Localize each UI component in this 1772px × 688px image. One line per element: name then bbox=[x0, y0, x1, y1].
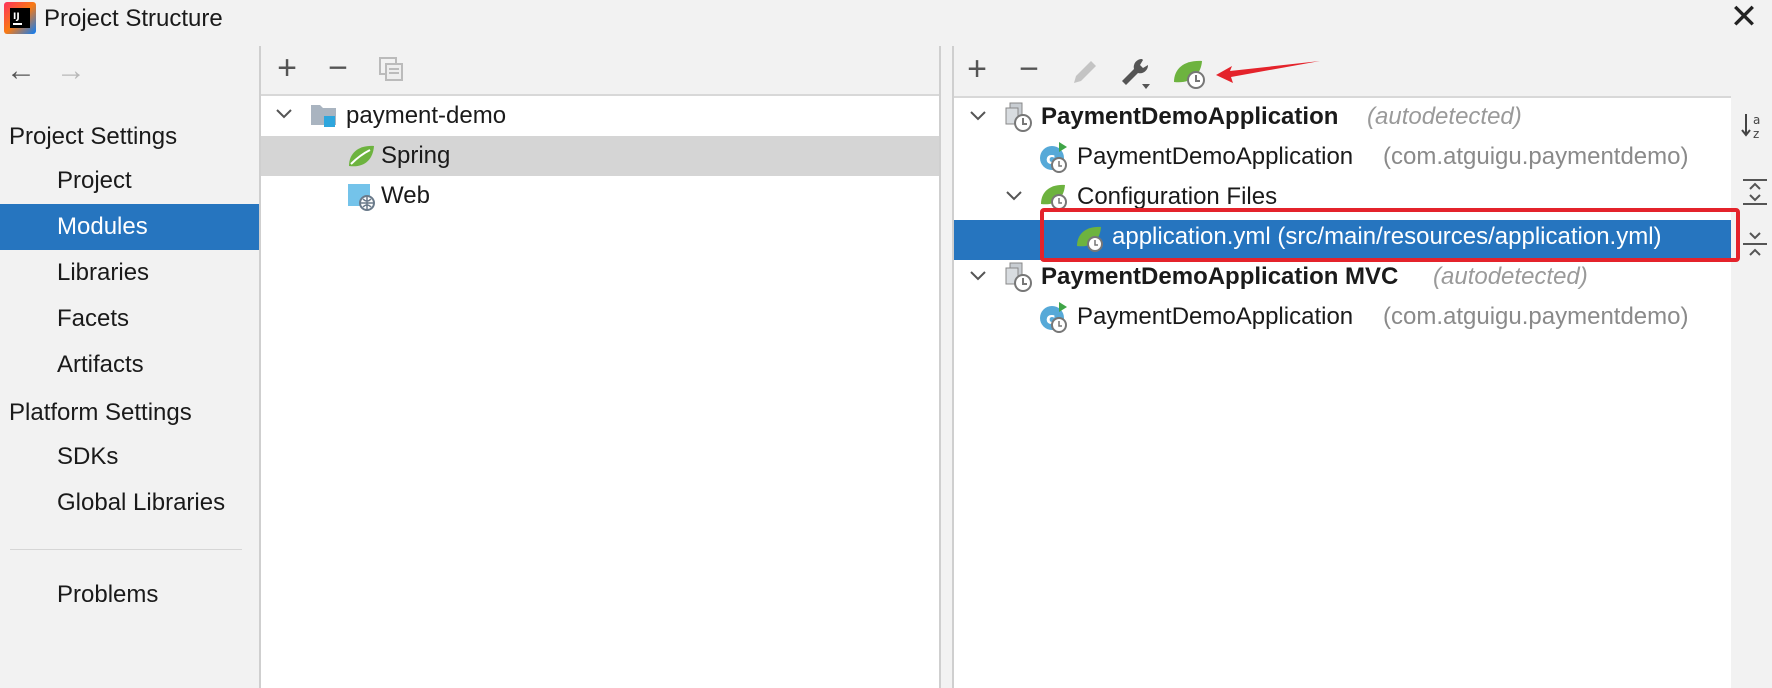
forward-arrow-icon: → bbox=[56, 54, 86, 87]
nav-item-global-libraries[interactable]: Global Libraries bbox=[0, 480, 259, 526]
nav-item-label: Modules bbox=[57, 213, 148, 240]
app-package: (com.atguigu.paymentdemo) bbox=[1383, 303, 1689, 330]
nav-item-artifacts[interactable]: Artifacts bbox=[0, 342, 259, 388]
chevron-down-icon[interactable] bbox=[1002, 186, 1026, 209]
facet-spring-label[interactable]: Spring bbox=[381, 136, 450, 176]
nav-item-label: Artifacts bbox=[57, 351, 144, 378]
app-class-name[interactable]: PaymentDemoApplication bbox=[1077, 297, 1353, 337]
web-icon bbox=[346, 182, 376, 212]
spring-context-icon bbox=[1004, 261, 1034, 293]
facet-web-label[interactable]: Web bbox=[381, 176, 430, 216]
add-icon[interactable]: + bbox=[269, 51, 305, 87]
context-name[interactable]: PaymentDemoApplication bbox=[1041, 97, 1338, 137]
nav-divider bbox=[10, 549, 242, 550]
context-name[interactable]: PaymentDemoApplication MVC bbox=[1041, 257, 1398, 297]
platform-settings-header: Platform Settings bbox=[9, 399, 192, 426]
nav-item-label: Facets bbox=[57, 305, 130, 332]
add-icon[interactable]: + bbox=[959, 52, 995, 88]
back-arrow-icon[interactable]: ← bbox=[6, 56, 36, 86]
nav-item-problems[interactable]: Problems bbox=[0, 572, 259, 618]
app-package: (com.atguigu.paymentdemo) bbox=[1383, 143, 1689, 170]
nav-item-label: Project bbox=[57, 167, 132, 194]
sort-alpha-icon[interactable]: az bbox=[1740, 110, 1770, 142]
annotation-highlight-box bbox=[1040, 208, 1740, 262]
collapse-all-icon[interactable] bbox=[1740, 228, 1770, 260]
nav-item-sdks[interactable]: SDKs bbox=[0, 434, 259, 480]
nav-item-label: SDKs bbox=[57, 443, 119, 470]
module-root-label[interactable]: payment-demo bbox=[346, 96, 506, 136]
modules-toolbar bbox=[261, 46, 939, 96]
remove-icon[interactable]: − bbox=[320, 51, 356, 87]
chevron-down-icon[interactable] bbox=[966, 106, 990, 129]
nav-item-project[interactable]: Project bbox=[0, 158, 259, 204]
project-settings-header: Project Settings bbox=[9, 123, 178, 150]
app-class-name[interactable]: PaymentDemoApplication bbox=[1077, 137, 1353, 177]
chevron-down-icon[interactable] bbox=[966, 266, 990, 289]
edit-icon bbox=[1070, 57, 1100, 87]
spring-context-icon[interactable] bbox=[1172, 56, 1208, 90]
spring-facet-icon bbox=[346, 142, 376, 170]
app-logo-icon: IJ bbox=[4, 2, 36, 34]
wrench-icon[interactable] bbox=[1118, 56, 1154, 90]
nav-item-modules[interactable]: Modules bbox=[0, 204, 259, 250]
nav-item-label: Libraries bbox=[57, 259, 150, 286]
nav-item-facets[interactable]: Facets bbox=[0, 296, 259, 342]
copy-icon bbox=[378, 56, 404, 82]
svg-text:a: a bbox=[1753, 113, 1760, 127]
folder-module-icon bbox=[310, 101, 340, 129]
title-bar bbox=[0, 0, 1772, 38]
chevron-down-icon[interactable] bbox=[272, 104, 296, 127]
spring-context-icon bbox=[1004, 101, 1034, 133]
spring-boot-app-icon: c bbox=[1039, 301, 1069, 333]
close-icon[interactable]: ✕ bbox=[1727, 0, 1761, 36]
expand-all-icon[interactable] bbox=[1740, 176, 1770, 208]
nav-item-label: Global Libraries bbox=[57, 489, 226, 516]
context-suffix: (autodetected) bbox=[1367, 103, 1522, 130]
remove-icon[interactable]: − bbox=[1011, 52, 1047, 88]
nav-item-label: Problems bbox=[57, 581, 159, 608]
spring-boot-app-icon: c bbox=[1039, 141, 1069, 173]
splitter[interactable] bbox=[939, 46, 941, 688]
svg-text:IJ: IJ bbox=[13, 12, 20, 22]
annotation-arrow bbox=[1214, 58, 1324, 88]
context-suffix: (autodetected) bbox=[1433, 263, 1588, 290]
window-title: Project Structure bbox=[44, 5, 223, 32]
svg-text:z: z bbox=[1753, 127, 1759, 141]
nav-item-libraries[interactable]: Libraries bbox=[0, 250, 259, 296]
